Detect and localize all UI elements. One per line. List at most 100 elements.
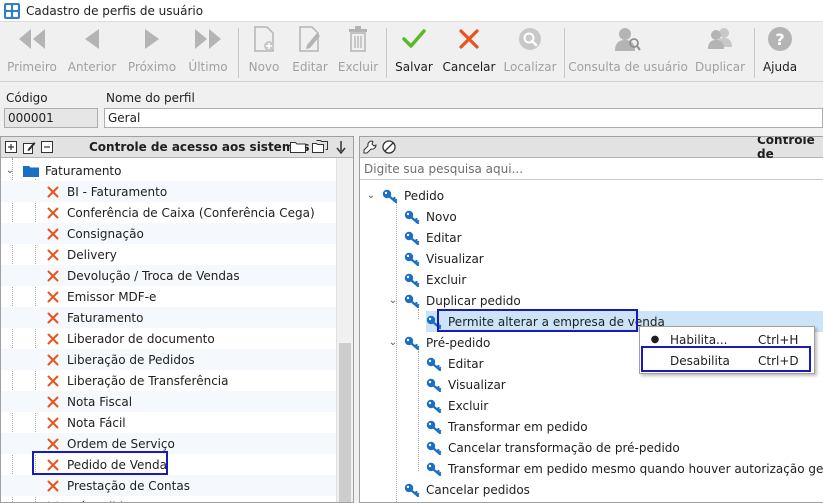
denied-x-icon bbox=[47, 312, 59, 324]
toolbar: Primeiro Anterior Próximo Último Novo Ed… bbox=[0, 22, 823, 82]
first-record-icon bbox=[19, 29, 45, 49]
key-icon bbox=[404, 231, 420, 245]
tree-node-pre-pedido[interactable]: ⌄ Pré-pedido bbox=[388, 332, 490, 353]
tree-node-pp-transformar-autorizacao[interactable]: Transformar em pedido mesmo quando houve… bbox=[426, 458, 823, 479]
profile-name-field[interactable] bbox=[104, 108, 823, 128]
highlight-pedido-de-venda bbox=[32, 451, 168, 475]
edit-icon[interactable] bbox=[22, 140, 36, 154]
tree-node-editar[interactable]: Editar bbox=[404, 227, 462, 248]
tree-node-pp-editar[interactable]: Editar bbox=[426, 353, 484, 374]
key-icon bbox=[426, 420, 442, 434]
chevron-down-icon[interactable]: ⌄ bbox=[388, 295, 398, 306]
tree-item-label: Emissor MDF-e bbox=[67, 289, 157, 304]
chevron-down-icon[interactable]: ⌄ bbox=[5, 165, 15, 176]
last-button[interactable]: Último bbox=[184, 22, 232, 82]
tree-item[interactable]: Emissor MDF-e bbox=[1, 286, 337, 307]
tree-item[interactable]: Liberador de documento bbox=[1, 328, 337, 349]
tree-node-pp-transformar[interactable]: Transformar em pedido bbox=[426, 416, 588, 437]
help-icon: ? bbox=[768, 27, 792, 51]
tree-item-label: Consignação bbox=[67, 226, 144, 241]
left-scrollbar[interactable] bbox=[336, 158, 353, 502]
denied-x-icon bbox=[47, 249, 59, 261]
denied-x-icon bbox=[47, 480, 59, 492]
tree-item[interactable]: Prestação de Contas bbox=[1, 475, 337, 496]
folder-icon[interactable] bbox=[289, 140, 307, 154]
tree-node-novo[interactable]: Novo bbox=[404, 206, 457, 227]
tree-item[interactable]: Nota Fácil bbox=[1, 412, 337, 433]
key-icon bbox=[426, 399, 442, 413]
tree-item[interactable]: Delivery bbox=[1, 244, 337, 265]
tree-node-pp-visualizar[interactable]: Visualizar bbox=[426, 374, 506, 395]
checkmark-icon bbox=[402, 29, 426, 48]
wrench-icon[interactable] bbox=[363, 140, 377, 154]
edit-button[interactable]: Editar bbox=[290, 22, 330, 82]
delete-button[interactable]: Excluir bbox=[336, 22, 380, 82]
tree-item[interactable]: BI - Faturamento bbox=[1, 181, 337, 202]
cancel-x-icon bbox=[459, 29, 479, 49]
tree-node-cancelar-pedidos[interactable]: Cancelar pedidos bbox=[404, 479, 530, 500]
collapse-all-icon[interactable] bbox=[40, 140, 54, 154]
find-button[interactable]: Localizar bbox=[502, 22, 558, 82]
tree-item-label: Nota Fiscal bbox=[67, 394, 133, 409]
profile-fields: Código Nome do perfil bbox=[0, 83, 823, 131]
app-icon bbox=[4, 2, 20, 19]
denied-x-icon bbox=[47, 417, 59, 429]
tree-item-label: Prestação de Contas bbox=[67, 478, 190, 493]
denied-x-icon bbox=[47, 270, 59, 282]
folder-icon bbox=[23, 165, 39, 177]
tree-node-visualizar[interactable]: Visualizar bbox=[404, 248, 484, 269]
save-button[interactable]: Salvar bbox=[392, 22, 436, 82]
chevron-down-icon[interactable]: ⌄ bbox=[366, 190, 376, 201]
highlight-desabilita bbox=[641, 346, 811, 372]
left-scroll-thumb[interactable] bbox=[339, 343, 351, 502]
systems-access-title: Controle de acesso aos sistemas bbox=[89, 140, 310, 154]
denied-x-icon bbox=[47, 207, 59, 219]
chevron-down-icon[interactable]: ⌄ bbox=[388, 337, 398, 348]
next-button[interactable]: Próximo bbox=[126, 22, 178, 82]
tree-node-duplicar-pedido[interactable]: ⌄ Duplicar pedido bbox=[388, 290, 521, 311]
help-button[interactable]: ? Ajuda bbox=[760, 22, 800, 82]
tree-item[interactable]: Nota Fiscal bbox=[1, 391, 337, 412]
disable-icon[interactable] bbox=[382, 140, 396, 154]
tree-item[interactable]: Consignação bbox=[1, 223, 337, 244]
arrow-down-icon[interactable] bbox=[334, 140, 348, 154]
tree-item-label: Liberador de documento bbox=[67, 331, 215, 346]
denied-x-icon bbox=[47, 291, 59, 303]
duplicate-button[interactable]: Duplicar bbox=[692, 22, 748, 82]
code-field[interactable] bbox=[4, 108, 98, 128]
tree-item[interactable]: Liberação de Pedidos bbox=[1, 349, 337, 370]
cancel-button[interactable]: Cancelar bbox=[442, 22, 496, 82]
new-document-icon bbox=[254, 26, 274, 52]
previous-icon bbox=[85, 29, 99, 49]
folders-icon[interactable] bbox=[311, 140, 329, 154]
tree-node-excluir[interactable]: Excluir bbox=[404, 269, 466, 290]
tree-group-faturamento[interactable]: ⌄ Faturamento bbox=[1, 160, 337, 181]
expand-all-icon[interactable] bbox=[4, 140, 18, 154]
tree-node-pp-cancelar-transformacao[interactable]: Cancelar transformação de pré-pedido bbox=[426, 437, 680, 458]
duplicate-users-icon bbox=[708, 28, 732, 49]
code-label: Código bbox=[6, 91, 48, 105]
search-input[interactable] bbox=[360, 158, 823, 179]
denied-x-icon bbox=[47, 333, 59, 345]
tree-item[interactable]: Liberação de Transferência bbox=[1, 370, 337, 391]
window-titlebar: Cadastro de perfis de usuário bbox=[0, 0, 823, 22]
search-icon bbox=[519, 28, 541, 50]
window-title: Cadastro de perfis de usuário bbox=[26, 3, 204, 18]
tree-item[interactable]: Faturamento bbox=[1, 307, 337, 328]
first-button[interactable]: Primeiro bbox=[4, 22, 60, 82]
tree-item[interactable]: Devolução / Troca de Vendas bbox=[1, 265, 337, 286]
denied-x-icon bbox=[47, 438, 59, 450]
highlight-permite-alterar bbox=[437, 309, 638, 332]
tree-item-label: Nota Fácil bbox=[67, 415, 126, 430]
denied-x-icon bbox=[47, 186, 59, 198]
key-icon bbox=[404, 336, 420, 350]
tree-node-pedido[interactable]: ⌄ Pedido bbox=[366, 185, 444, 206]
tree-node-pp-excluir[interactable]: Excluir bbox=[426, 395, 488, 416]
key-icon bbox=[404, 252, 420, 266]
next-icon bbox=[145, 29, 159, 49]
tree-item[interactable]: Pré-Pedido bbox=[1, 496, 337, 502]
tree-item[interactable]: Conferência de Caixa (Conferência Cega) bbox=[1, 202, 337, 223]
user-query-button[interactable]: Consulta de usuário bbox=[568, 22, 688, 82]
previous-button[interactable]: Anterior bbox=[66, 22, 118, 82]
new-button[interactable]: Novo bbox=[244, 22, 284, 82]
